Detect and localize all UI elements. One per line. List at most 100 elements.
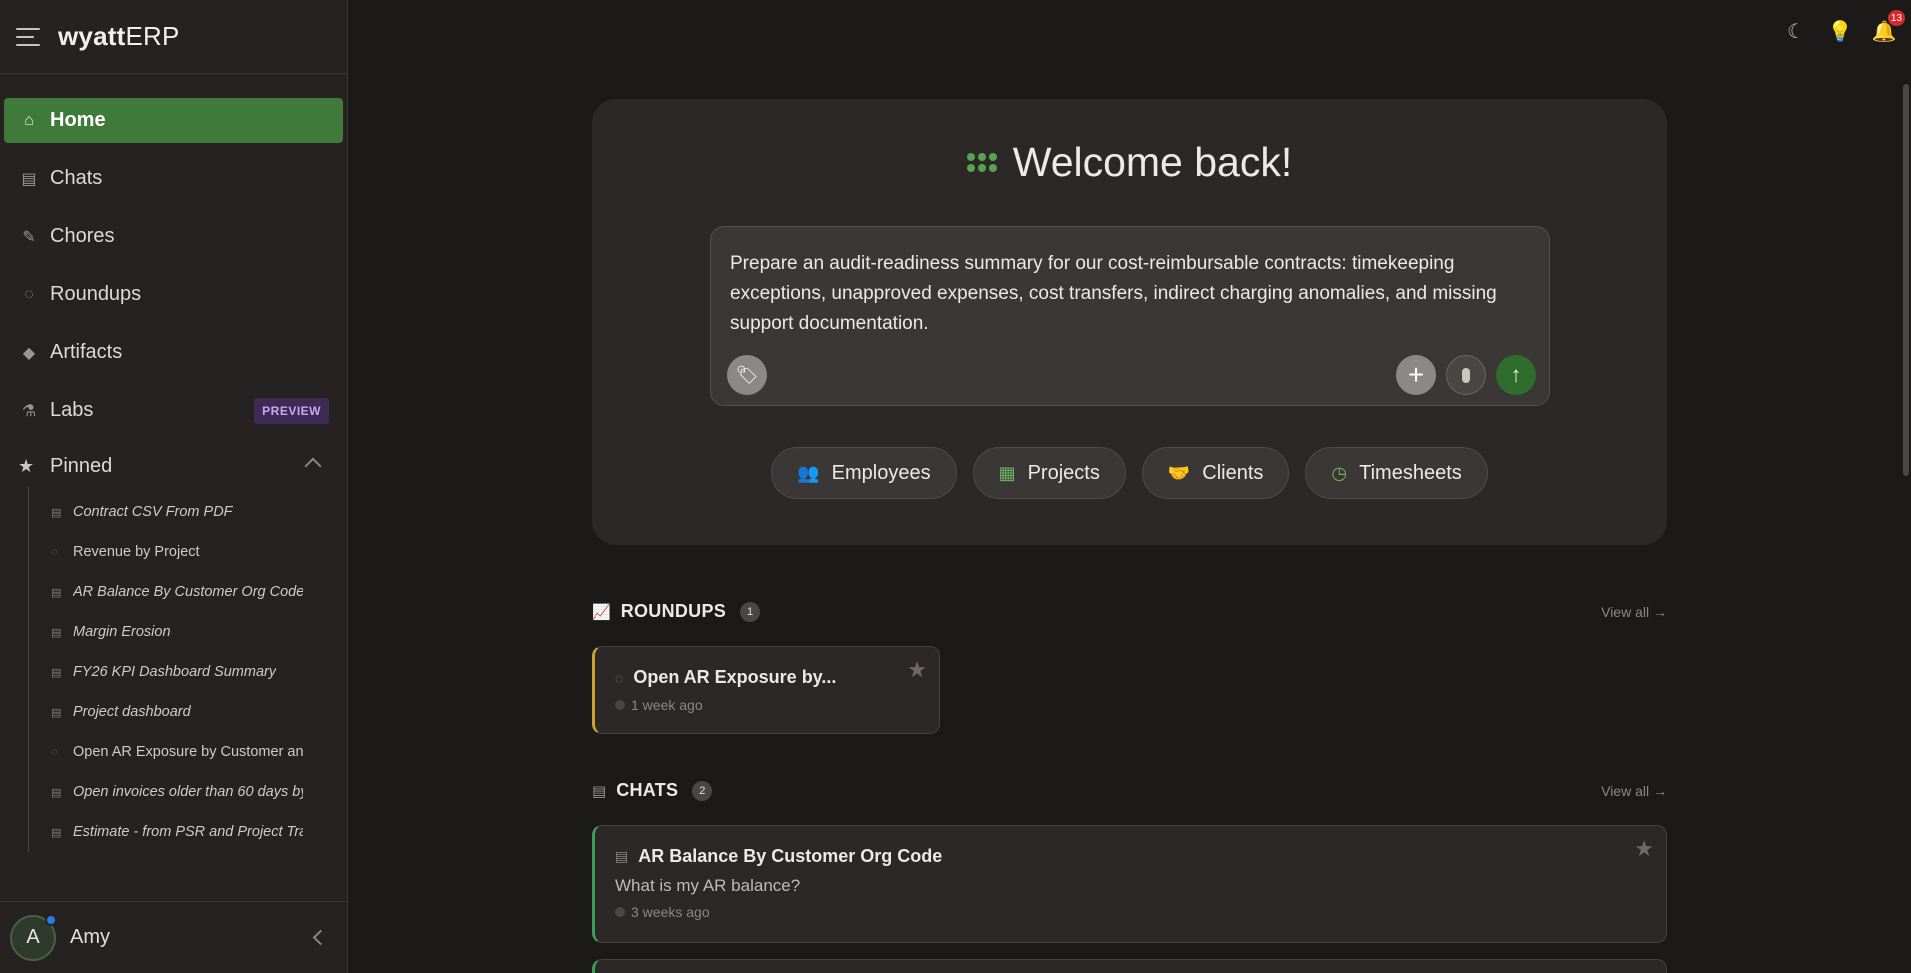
- pinned-item[interactable]: ▤ Open invoices older than 60 days by: [29, 772, 329, 812]
- quick-chips: 👥 Employees ▦ Projects 🤝 Clients ◷ Timesheet…: [592, 447, 1667, 499]
- prompt-input[interactable]: Prepare an audit-readiness summary for o…: [710, 226, 1550, 406]
- welcome-title: Welcome back!: [592, 139, 1667, 186]
- pinned-item-label: Contract CSV From PDF: [73, 504, 233, 520]
- star-icon[interactable]: ★: [1634, 836, 1654, 862]
- roundup-title-text: Open AR Exposure by...: [633, 667, 837, 687]
- moon-icon[interactable]: ☾: [1783, 18, 1809, 44]
- chip-clients[interactable]: 🤝 Clients: [1141, 447, 1290, 499]
- pinned-item-label: FY26 KPI Dashboard Summary: [73, 664, 277, 680]
- pinned-item[interactable]: ▤ Margin Erosion: [29, 612, 329, 652]
- roundups-title: ROUNDUPS: [620, 601, 727, 621]
- sidebar-nav: ⌂ Home ▤ Chats ✎ Chores ◌ Roundups ◆ Art…: [0, 74, 347, 852]
- sidebar-item-home[interactable]: ⌂ Home: [4, 98, 343, 143]
- pinned-item-label: Open invoices older than 60 days by: [73, 784, 303, 800]
- user-footer: A Amy: [0, 901, 348, 973]
- topbar-icons: ☾ 💡 🔔 13: [1783, 10, 1905, 44]
- chat-card-time: 3 weeks ago: [615, 904, 710, 920]
- chat-bubble-icon: ▤: [51, 786, 62, 799]
- scrollbar[interactable]: [1903, 84, 1909, 476]
- broom-icon: ✎: [22, 228, 36, 246]
- roundup-card-title: ◌ Open AR Exposure by...: [615, 667, 836, 688]
- pinned-item-label: Estimate - from PSR and Project Tra: [73, 824, 303, 840]
- roundups-section-header: 📈 ROUNDUPS 1 View all →: [592, 601, 1667, 622]
- chat-bubble-icon: ▤: [51, 706, 62, 719]
- sidebar-item-roundups[interactable]: ◌ Roundups: [4, 272, 343, 317]
- chip-label: Timesheets: [1359, 461, 1462, 484]
- sidebar: wyattERP ⌂ Home ▤ Chats ✎ Chores ◌ Round…: [0, 0, 348, 973]
- welcome-title-text: Welcome back!: [1012, 139, 1293, 185]
- welcome-card: Welcome back! Prepare an audit-readiness…: [592, 99, 1667, 545]
- lightbulb-icon[interactable]: 💡: [1827, 18, 1853, 44]
- app-logo[interactable]: wyattERP: [58, 21, 180, 52]
- sidebar-item-chats[interactable]: ▤ Chats: [4, 156, 343, 201]
- hamburger-menu-icon[interactable]: [16, 27, 40, 46]
- sidebar-item-label: Roundups: [50, 283, 142, 305]
- tag-button[interactable]: 🏷: [727, 355, 767, 395]
- sidebar-item-label: Chores: [50, 225, 115, 247]
- chevron-up-icon[interactable]: [304, 457, 322, 475]
- pinned-item-label: Open AR Exposure by Customer and: [73, 744, 303, 760]
- sidebar-header: wyattERP: [0, 0, 347, 74]
- chat-bubble-icon: ▤: [51, 626, 62, 639]
- chip-projects[interactable]: ▦ Projects: [972, 447, 1126, 499]
- wyatt-dots-icon: [966, 153, 997, 172]
- sidebar-item-chores[interactable]: ✎ Chores: [4, 214, 343, 259]
- chat-card-partial[interactable]: [592, 959, 1667, 973]
- pinned-item[interactable]: ◌ Revenue by Project: [29, 532, 329, 572]
- home-icon: ⌂: [24, 111, 34, 129]
- flask-icon: ⚗: [21, 402, 37, 420]
- chat-card-title: ▤ AR Balance By Customer Org Code: [615, 846, 942, 867]
- chip-employees[interactable]: 👥 Employees: [771, 447, 957, 499]
- chart-icon: 📈: [592, 603, 611, 621]
- chat-bubble-icon: ▤: [51, 506, 62, 519]
- collapse-sidebar-icon[interactable]: [312, 929, 329, 946]
- star-icon[interactable]: ★: [907, 657, 927, 683]
- pinned-item[interactable]: ▤ Contract CSV From PDF: [29, 492, 329, 532]
- pinned-item[interactable]: ▤ Estimate - from PSR and Project Tra: [29, 812, 329, 852]
- plus-icon: +: [1407, 359, 1425, 390]
- time-dot: [615, 907, 625, 917]
- pinned-item[interactable]: ▤ FY26 KPI Dashboard Summary: [29, 652, 329, 692]
- user-name[interactable]: Amy: [70, 926, 110, 949]
- chats-view-all-link[interactable]: View all →: [1601, 783, 1667, 799]
- chat-card[interactable]: ▤ AR Balance By Customer Org Code What i…: [592, 825, 1667, 943]
- chat-bubble-icon: ▤: [615, 848, 629, 864]
- avatar[interactable]: A: [10, 913, 57, 961]
- sidebar-item-label: Artifacts: [50, 341, 123, 363]
- avatar-initial: A: [26, 926, 40, 948]
- attach-button[interactable]: +: [1396, 355, 1436, 395]
- pinned-item[interactable]: ▤ Project dashboard: [29, 692, 329, 732]
- bell-icon[interactable]: 🔔 13: [1871, 10, 1905, 44]
- chip-label: Clients: [1202, 461, 1264, 484]
- notification-count-badge: 13: [1887, 10, 1905, 26]
- gem-icon: ◆: [22, 344, 36, 362]
- chat-bubble-icon: ▤: [51, 826, 62, 839]
- lasso-icon: ◌: [24, 285, 34, 303]
- pinned-list: ▤ Contract CSV From PDF ◌ Revenue by Proje…: [28, 486, 343, 852]
- roundups-view-all-link[interactable]: View all →: [1601, 604, 1667, 620]
- roundup-time-text: 1 week ago: [631, 697, 703, 713]
- pinned-section-toggle[interactable]: ★ Pinned: [4, 446, 343, 486]
- arrow-up-icon: ↑: [1510, 362, 1522, 387]
- pinned-label: Pinned: [50, 454, 113, 477]
- microphone-button[interactable]: [1446, 355, 1486, 395]
- sidebar-item-label: Chats: [50, 167, 103, 189]
- pinned-item[interactable]: ◌ Open AR Exposure by Customer and: [29, 732, 329, 772]
- pinned-item-label: Margin Erosion: [73, 624, 171, 640]
- sidebar-item-artifacts[interactable]: ◆ Artifacts: [4, 330, 343, 375]
- lasso-icon: ◌: [615, 669, 624, 686]
- prompt-text[interactable]: Prepare an audit-readiness summary for o…: [730, 249, 1520, 339]
- pinned-item-label: Revenue by Project: [73, 544, 200, 560]
- chats-section-header: ▤ CHATS 2 View all →: [592, 780, 1667, 801]
- star-icon: ★: [18, 455, 35, 476]
- chat-bubble-icon: ▤: [592, 782, 607, 800]
- chat-time-text: 3 weeks ago: [631, 904, 710, 920]
- chat-card-subtitle: What is my AR balance?: [615, 876, 801, 895]
- pinned-item[interactable]: ▤ AR Balance By Customer Org Code: [29, 572, 329, 612]
- roundup-card[interactable]: ◌ Open AR Exposure by... 1 week ago ★: [592, 646, 940, 734]
- chip-timesheets[interactable]: ◷ Timesheets: [1305, 447, 1488, 499]
- roundup-card-time: 1 week ago: [615, 697, 703, 713]
- send-button[interactable]: ↑: [1496, 355, 1536, 395]
- sidebar-item-labs[interactable]: ⚗ Labs PREVIEW: [4, 388, 343, 433]
- logo-bold: wyatt: [58, 21, 126, 51]
